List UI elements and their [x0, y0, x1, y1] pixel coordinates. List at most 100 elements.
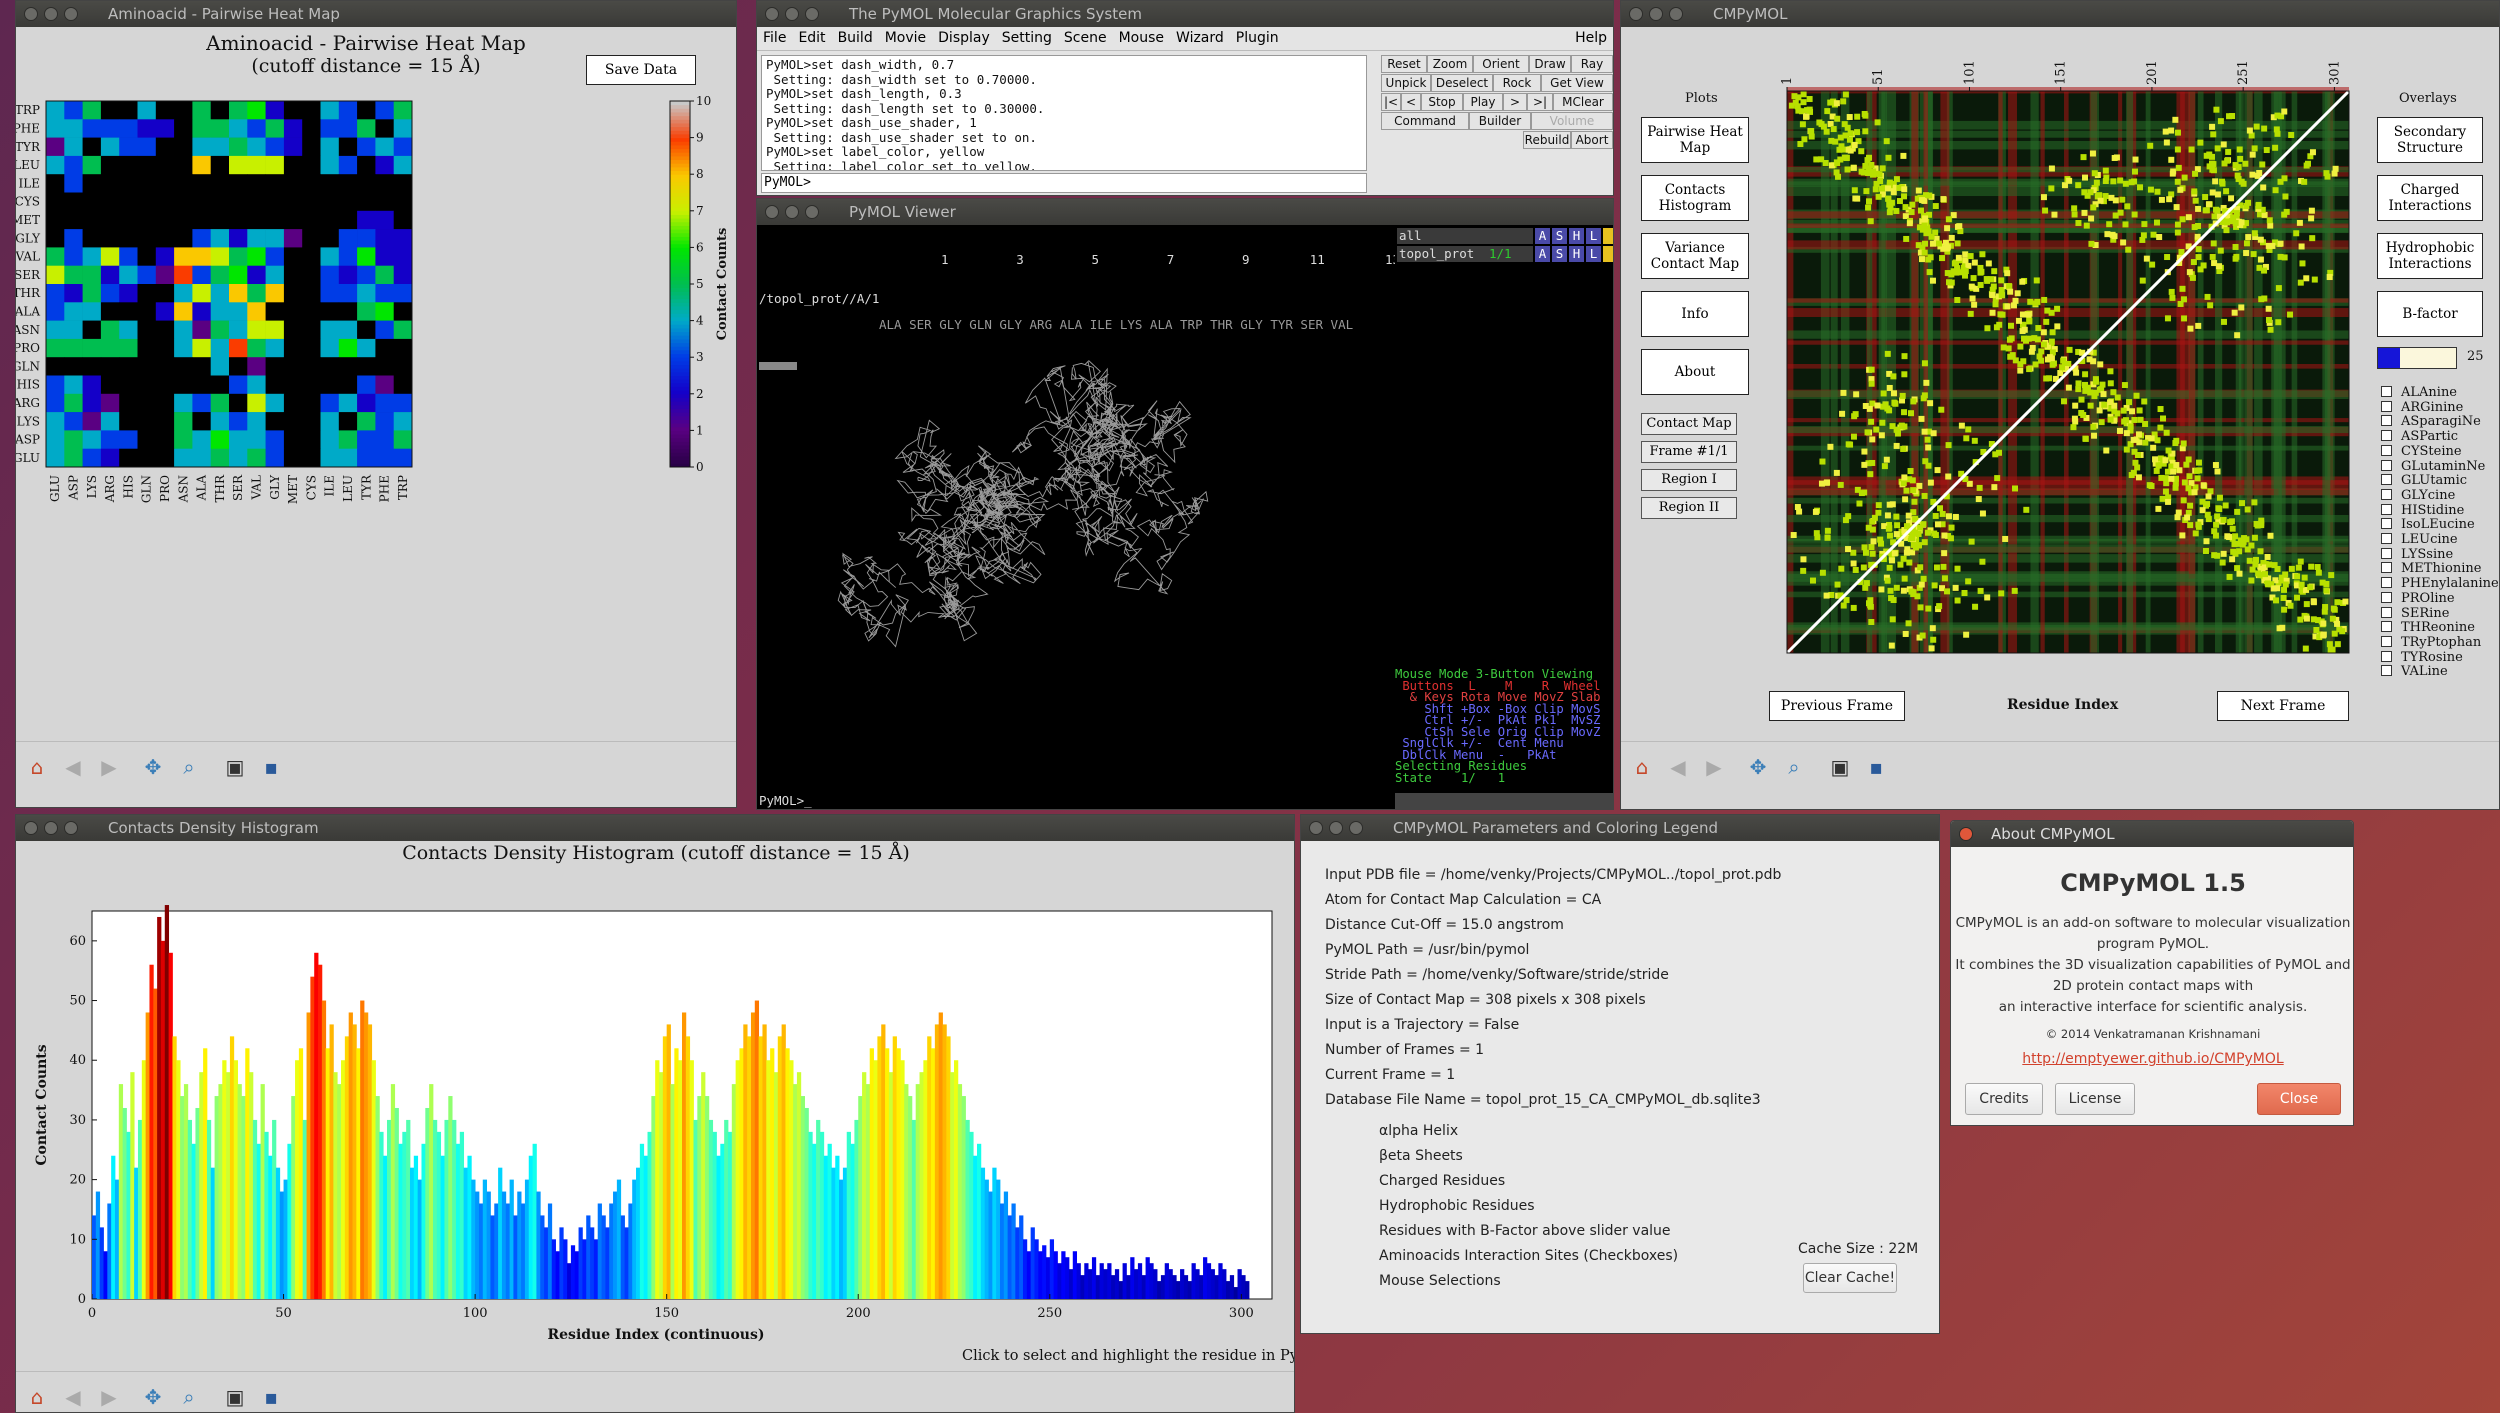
pymol-button-rock[interactable]: Rock — [1493, 74, 1541, 92]
heatmap-cell[interactable] — [64, 338, 83, 358]
histogram-bar[interactable] — [160, 940, 166, 1299]
heatmap-cell[interactable] — [357, 338, 376, 358]
heatmap-cell[interactable] — [229, 320, 248, 340]
histogram-bar[interactable] — [356, 1048, 361, 1299]
histogram-bar[interactable] — [321, 1000, 327, 1299]
heatmap-cell[interactable] — [192, 284, 211, 303]
heatmap-cell[interactable] — [375, 210, 394, 230]
checkbox-icon[interactable] — [2381, 430, 2392, 442]
heatmap-cell[interactable] — [155, 174, 175, 193]
heatmap-cell[interactable] — [338, 284, 358, 303]
heatmap-cell[interactable] — [119, 338, 138, 358]
histogram-bar[interactable] — [168, 952, 173, 1299]
histogram-bar[interactable] — [482, 1179, 488, 1299]
object-name[interactable]: topol_prot — [1397, 246, 1533, 262]
heatmap-cell[interactable] — [229, 101, 248, 120]
histogram-bar[interactable] — [957, 1084, 963, 1299]
heatmap-cell[interactable] — [375, 101, 394, 120]
heatmap-cell[interactable] — [119, 357, 138, 376]
heatmap-cell[interactable] — [229, 192, 248, 212]
heatmap-cell[interactable] — [100, 338, 120, 358]
heatmap-cell[interactable] — [64, 174, 83, 193]
heatmap-cell[interactable] — [119, 210, 138, 230]
histogram-bar[interactable] — [318, 964, 323, 1299]
heatmap-cell[interactable] — [119, 448, 138, 468]
histogram-bar[interactable] — [226, 1072, 231, 1299]
close-window-icon[interactable] — [24, 7, 38, 21]
histogram-bar[interactable] — [839, 1179, 844, 1299]
heatmap-cell[interactable] — [283, 137, 303, 157]
heatmap-cell[interactable] — [393, 448, 413, 468]
heatmap-cell[interactable] — [82, 247, 102, 266]
menu-display[interactable]: Display — [932, 27, 996, 46]
histogram-bar[interactable] — [685, 1036, 691, 1299]
histogram-bar[interactable] — [750, 1012, 756, 1299]
pan-icon[interactable]: ✥ — [140, 754, 166, 780]
heatmap-cell[interactable] — [192, 393, 211, 413]
heatmap-cell[interactable] — [100, 137, 120, 157]
small-button-contact-map[interactable]: Contact Map — [1641, 413, 1737, 435]
histogram-bar[interactable] — [540, 1215, 545, 1299]
histogram-bar[interactable] — [862, 1072, 867, 1299]
menu-plugin[interactable]: Plugin — [1230, 27, 1285, 46]
home-icon[interactable]: ⌂ — [24, 1384, 50, 1410]
heatmap-cell[interactable] — [302, 338, 321, 358]
histogram-bar[interactable] — [467, 1155, 472, 1299]
histogram-bar[interactable] — [881, 1024, 886, 1299]
object-button-s[interactable]: S — [1552, 228, 1567, 244]
heatmap-cell[interactable] — [210, 155, 230, 175]
heatmap-cell[interactable] — [375, 119, 394, 138]
residue-checkbox[interactable]: METhionine — [2381, 561, 2481, 576]
heatmap-cell[interactable] — [210, 302, 230, 321]
histogram-bar[interactable] — [670, 1084, 675, 1299]
heatmap-cell[interactable] — [229, 430, 248, 449]
maximize-window-icon[interactable] — [1669, 7, 1683, 21]
heatmap-cell[interactable] — [100, 247, 120, 266]
residue-checkbox[interactable]: PHEnylalanine — [2381, 576, 2499, 591]
histogram-bar[interactable] — [229, 1036, 235, 1299]
histogram-bar[interactable] — [735, 1060, 740, 1299]
heatmap-cell[interactable] — [338, 137, 358, 157]
heatmap-cell[interactable] — [229, 174, 248, 193]
pymol-button-x[interactable]: < — [1401, 93, 1421, 111]
histogram-bar[interactable] — [1084, 1263, 1089, 1299]
histogram-bar[interactable] — [605, 1227, 610, 1299]
histogram-bar[interactable] — [199, 1072, 204, 1299]
heatmap-cell[interactable] — [82, 430, 102, 449]
histogram-bar[interactable] — [1030, 1227, 1035, 1299]
checkbox-icon[interactable] — [2381, 400, 2392, 412]
histogram-bar[interactable] — [1034, 1239, 1039, 1299]
histogram-bar[interactable] — [1061, 1251, 1066, 1299]
checkbox-icon[interactable] — [2381, 621, 2392, 633]
histogram-bar[interactable] — [528, 1155, 533, 1299]
heatmap-cell[interactable] — [338, 448, 358, 468]
histogram-bar[interactable] — [1088, 1269, 1093, 1299]
heatmap-cell[interactable] — [210, 448, 230, 468]
plot-button-variance-contact-map[interactable]: Variance Contact Map — [1641, 233, 1749, 279]
histogram-bar[interactable] — [390, 1084, 396, 1299]
histogram-bar[interactable] — [950, 1072, 955, 1299]
heatmap-cell[interactable] — [100, 412, 120, 431]
heatmap-cell[interactable] — [174, 320, 193, 340]
heatmap-cell[interactable] — [119, 119, 138, 138]
heatmap-cell[interactable] — [210, 229, 230, 248]
heatmap-cell[interactable] — [265, 448, 285, 468]
heatmap-cell[interactable] — [155, 430, 175, 449]
histogram-bar[interactable] — [961, 1096, 966, 1299]
heatmap-cell[interactable] — [174, 375, 193, 395]
heatmap-cell[interactable] — [393, 320, 413, 340]
histogram-bar[interactable] — [463, 1167, 468, 1299]
histogram-bar[interactable] — [1049, 1239, 1055, 1299]
heatmap-cell[interactable] — [82, 192, 102, 212]
histogram-bar[interactable] — [122, 1107, 127, 1299]
heatmap-cell[interactable] — [82, 448, 102, 468]
histogram-bar[interactable] — [796, 1072, 802, 1299]
histogram-bar[interactable] — [1222, 1269, 1227, 1299]
heatmap-cell[interactable] — [283, 210, 303, 230]
histogram-bar[interactable] — [1042, 1245, 1047, 1299]
heatmap-cell[interactable] — [137, 229, 157, 248]
histogram-bar[interactable] — [187, 1119, 193, 1299]
heatmap-cell[interactable] — [100, 393, 120, 413]
heatmap-cell[interactable] — [64, 155, 83, 175]
histogram-bar[interactable] — [348, 1012, 353, 1299]
